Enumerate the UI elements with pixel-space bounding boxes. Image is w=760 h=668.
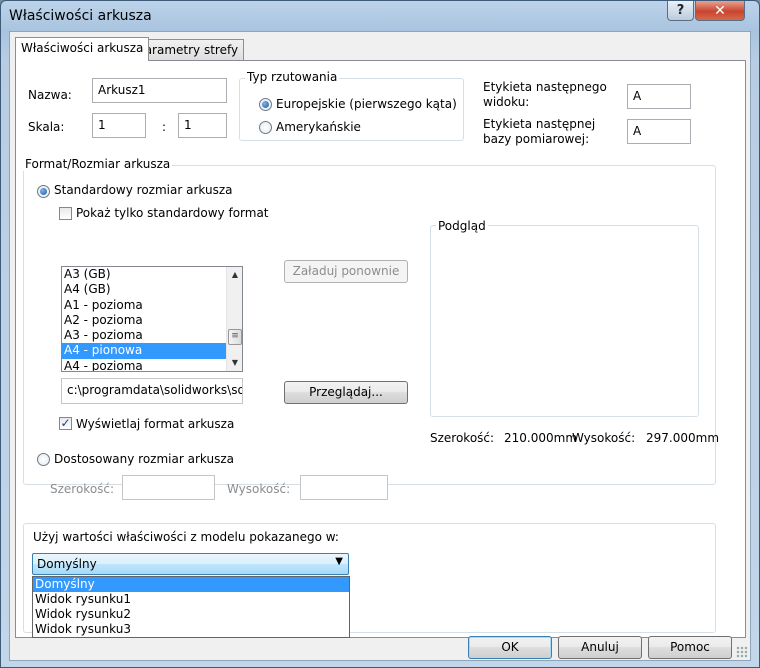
- european-radio[interactable]: [259, 98, 272, 111]
- show-standard-only-checkbox[interactable]: [59, 207, 72, 220]
- tab-sheet-properties[interactable]: Właściwości arkusza: [15, 37, 150, 61]
- dropdown-item-selected[interactable]: Domyślny: [33, 577, 349, 592]
- list-item[interactable]: A3 - pozioma: [62, 328, 242, 343]
- scale-denominator-field[interactable]: 1: [178, 113, 227, 138]
- ok-button[interactable]: OK: [468, 636, 552, 659]
- preview-height-value: 297.000mm: [646, 431, 720, 445]
- list-item[interactable]: A4 - pozioma: [62, 359, 242, 371]
- name-label: Nazwa:: [28, 88, 72, 102]
- display-format-checkbox[interactable]: ✓: [59, 417, 72, 430]
- next-datum-label-line2: bazy pomiarowej:: [483, 132, 590, 146]
- sheet-size-listbox[interactable]: A3 (GB) A4 (GB) A1 - pozioma A2 - poziom…: [61, 266, 243, 372]
- scroll-down-arrow-icon[interactable]: ▼: [227, 355, 242, 371]
- next-view-label-line1: Etykieta następnego: [483, 80, 607, 94]
- list-item[interactable]: A1 - pozioma: [62, 298, 242, 313]
- name-field[interactable]: Arkusz1: [92, 78, 227, 103]
- scale-label: Skala:: [28, 120, 65, 134]
- format-size-legend: Format/Rozmiar arkusza: [23, 157, 173, 171]
- custom-height-label: Wysokość:: [227, 482, 291, 496]
- dropdown-item[interactable]: Widok rysunku3: [33, 622, 349, 637]
- model-props-label: Użyj wartości właściwości z modelu pokaz…: [31, 530, 341, 544]
- custom-size-label[interactable]: Dostosowany rozmiar arkusza: [54, 452, 234, 466]
- display-format-label[interactable]: Wyświetlaj format arkusza: [76, 417, 234, 431]
- scale-numerator-field[interactable]: 1: [92, 113, 146, 138]
- list-item[interactable]: A3 (GB): [62, 267, 242, 282]
- custom-size-radio[interactable]: [37, 453, 50, 466]
- dropdown-item[interactable]: Widok rysunku2: [33, 607, 349, 622]
- dropdown-item[interactable]: Widok rysunku1: [33, 592, 349, 607]
- close-icon: ✕: [714, 2, 726, 19]
- standard-size-label[interactable]: Standardowy rozmiar arkusza: [54, 183, 232, 197]
- help-titlebar-button[interactable]: ?: [667, 1, 694, 21]
- preview-width-value: 210.000mm: [504, 431, 578, 445]
- custom-width-label: Szerokość:: [50, 482, 115, 496]
- projection-legend: Typ rzutowania: [245, 70, 340, 84]
- reload-button[interactable]: Załaduj ponownie: [284, 260, 408, 283]
- model-props-dropdown[interactable]: Domyślny Widok rysunku1 Widok rysunku2 W…: [32, 576, 350, 638]
- american-label[interactable]: Amerykańskie: [276, 120, 361, 134]
- custom-height-field[interactable]: [300, 475, 388, 500]
- dropdown-arrow-icon[interactable]: ▼: [335, 556, 343, 567]
- european-label[interactable]: Europejskie (pierwszego kąta): [276, 97, 457, 111]
- preview-area: [430, 225, 699, 417]
- dialog-window: Właściwości arkusza ? ✕ Właściwości arku…: [0, 0, 760, 668]
- tab-panel: Nazwa: Arkusz1 Skala: 1 : 1 Typ rzutowan…: [15, 60, 746, 638]
- list-item[interactable]: A4 (GB): [62, 282, 242, 297]
- next-view-label-field[interactable]: A: [627, 84, 691, 109]
- preview-legend: Podgląd: [436, 219, 488, 233]
- list-item-selected[interactable]: A4 - pionowa: [62, 343, 242, 359]
- preview-height-label: Wysokość:: [572, 431, 636, 445]
- format-path-field[interactable]: c:\programdata\solidworks\solid: [61, 378, 243, 404]
- next-datum-label-line1: Etykieta następnej: [483, 117, 596, 131]
- question-mark-icon: ?: [676, 3, 685, 18]
- browse-button[interactable]: Przeglądaj...: [284, 381, 408, 404]
- dialog-client-area: Właściwości arkusza Parametry strefy Naz…: [9, 31, 751, 661]
- next-datum-label-field[interactable]: A: [627, 119, 691, 144]
- custom-width-field[interactable]: [122, 475, 215, 500]
- cancel-button[interactable]: Anuluj: [558, 636, 642, 659]
- close-titlebar-button[interactable]: ✕: [695, 1, 745, 21]
- list-item[interactable]: A2 - pozioma: [62, 313, 242, 328]
- american-radio[interactable]: [259, 121, 272, 134]
- next-view-label-line2: widoku:: [483, 95, 530, 109]
- resize-grip-icon[interactable]: [736, 646, 748, 658]
- standard-size-radio[interactable]: [37, 185, 50, 198]
- scroll-thumb[interactable]: ≡: [228, 329, 242, 345]
- scroll-up-arrow-icon[interactable]: ▲: [227, 267, 242, 283]
- scale-separator: :: [162, 120, 167, 134]
- list-scrollbar[interactable]: ▲ ≡ ▼: [226, 267, 242, 371]
- window-title: Właściwości arkusza: [9, 8, 152, 24]
- help-button[interactable]: Pomoc: [648, 636, 732, 659]
- model-props-combo[interactable]: Domyślny ▼: [32, 553, 349, 575]
- show-standard-only-label[interactable]: Pokaż tylko standardowy format: [76, 206, 269, 220]
- combo-selected-value: Domyślny: [37, 557, 97, 571]
- preview-width-label: Szerokość:: [430, 431, 495, 445]
